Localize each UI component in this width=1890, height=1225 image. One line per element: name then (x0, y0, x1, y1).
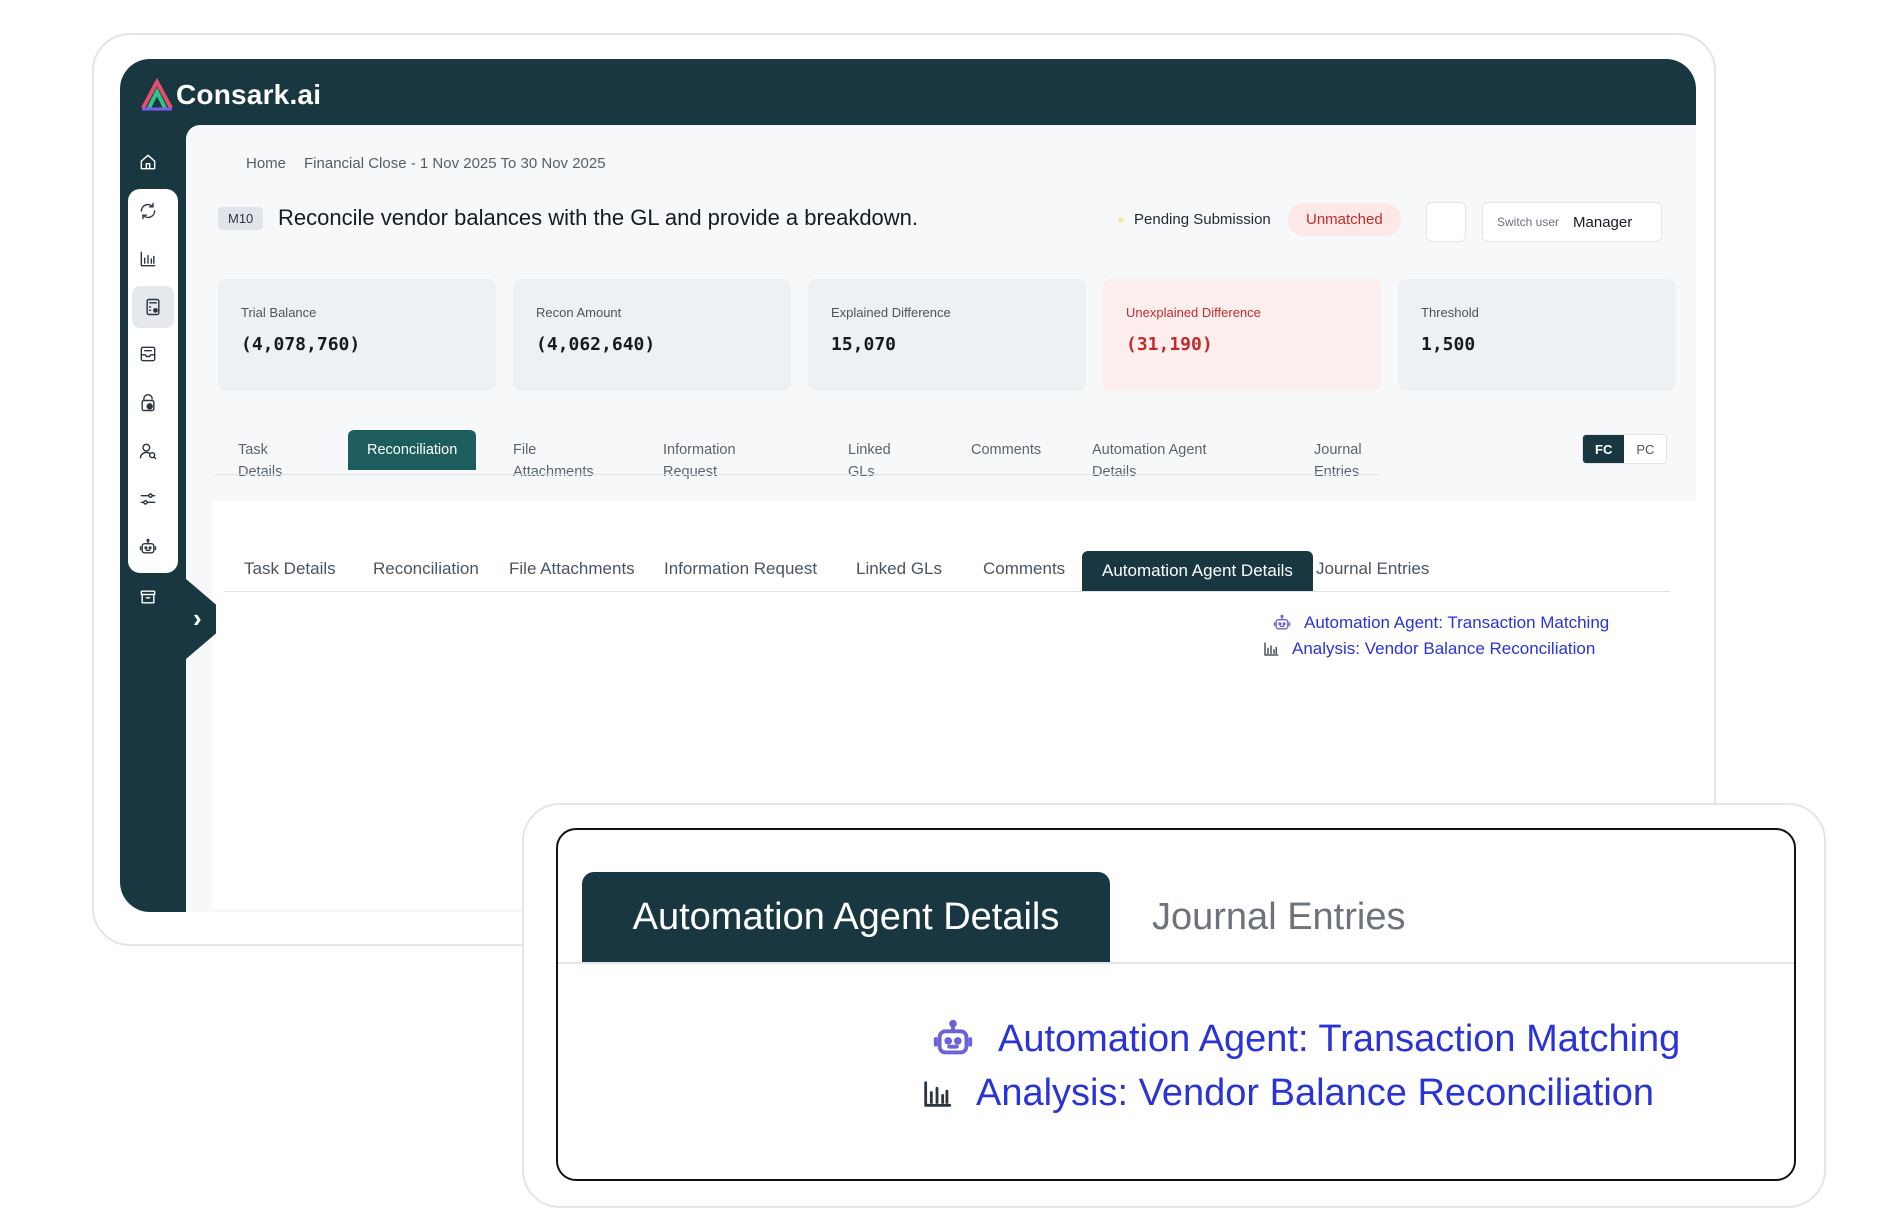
breadcrumb-financial-close[interactable]: Financial Close - 1 Nov 2025 To 30 Nov 2… (304, 155, 606, 172)
app-window: Consark.ai Home Financial Close - 1 Nov … (120, 59, 1696, 912)
agent-link-text: Automation Agent: Transaction Matching (1304, 613, 1610, 632)
kpi-value: (31,190) (1126, 334, 1213, 355)
tab-label: Linked (848, 442, 891, 458)
tab-label: Entries (1314, 464, 1360, 480)
tab-journal-entries[interactable]: Journal Entries (1314, 439, 1362, 483)
sidebar-pill (128, 189, 178, 573)
kpi-threshold: Threshold 1,500 (1398, 279, 1676, 391)
kpi-label: Recon Amount (536, 305, 622, 320)
tab-label: Reconciliation (367, 442, 458, 458)
main-content: Home Financial Close - 1 Nov 2025 To 30 … (186, 125, 1696, 912)
zoom-analysis-link-vendor-balance[interactable]: Analysis: Vendor Balance Reconciliation (920, 1072, 1654, 1115)
tab-label: Task (238, 442, 268, 458)
zoom-callout: Automation Agent Details Journal Entries… (556, 828, 1796, 1181)
home-icon[interactable] (137, 151, 159, 173)
fc-toggle-button[interactable]: FC (1583, 435, 1625, 463)
switch-user-select[interactable]: Switch user Manager (1482, 202, 1662, 242)
tab-task-details[interactable]: Task Details (238, 439, 282, 483)
kpi-value: (4,078,760) (241, 334, 361, 355)
blank-action-button[interactable] (1426, 202, 1466, 242)
kpi-unexplained-difference: Unexplained Difference (31,190) (1103, 279, 1381, 391)
tab-comments[interactable]: Comments (971, 439, 1041, 461)
robot-icon (933, 1019, 973, 1055)
tab-label: Details (238, 464, 283, 480)
chevron-right-icon: › (193, 603, 202, 633)
kpi-value: 15,070 (831, 334, 897, 355)
robot-icon (1273, 614, 1291, 630)
kpi-label: Trial Balance (241, 305, 317, 320)
subtab-automation-agent-details[interactable]: Automation Agent Details (1082, 551, 1313, 592)
zoom-tab-journal-entries[interactable]: Journal Entries (1152, 896, 1405, 939)
tab-automation-agent-details[interactable]: Automation Agent Details (1092, 439, 1206, 483)
sync-icon[interactable] (137, 200, 159, 222)
subtab-information-request[interactable]: Information Request (664, 559, 817, 579)
subtab-file-attachments[interactable]: File Attachments (509, 559, 635, 579)
status-indicator: Pending Submission (1118, 211, 1271, 228)
unmatched-badge: Unmatched (1288, 203, 1401, 236)
breadcrumb: Home Financial Close - 1 Nov 2025 To 30 … (246, 155, 606, 172)
zoom-tab-automation-agent-details[interactable]: Automation Agent Details (582, 872, 1110, 962)
status-dot-icon (1118, 216, 1124, 223)
inbox-icon[interactable] (137, 343, 159, 365)
logo[interactable]: Consark.ai (140, 77, 321, 113)
zoom-tab-divider (558, 962, 1794, 964)
tab-divider (214, 474, 1379, 475)
breadcrumb-home[interactable]: Home (246, 155, 286, 172)
subtab-divider (224, 591, 1670, 592)
bar-chart-icon (1264, 642, 1279, 656)
subtab-journal-entries[interactable]: Journal Entries (1316, 559, 1429, 579)
kpi-label: Explained Difference (831, 305, 951, 320)
tab-label: Information (663, 442, 736, 458)
agent-link-transaction-matching[interactable]: Automation Agent: Transaction Matching (1272, 613, 1609, 633)
kpi-value: 1,500 (1421, 334, 1476, 355)
switch-user-value: Manager (1573, 213, 1633, 231)
subtab-linked-gls[interactable]: Linked GLs (856, 559, 942, 579)
subtab-task-details[interactable]: Task Details (244, 559, 336, 579)
tab-reconciliation[interactable]: Reconciliation (348, 430, 477, 470)
subtab-comments[interactable]: Comments (983, 559, 1065, 579)
logo-mark-icon (141, 78, 173, 111)
lock-icon[interactable] (137, 392, 159, 414)
subtab-reconciliation[interactable]: Reconciliation (373, 559, 479, 579)
tab-label: File (513, 442, 537, 458)
kpi-value: (4,062,640) (536, 334, 656, 355)
tab-label: Comments (971, 442, 1042, 458)
archive-icon[interactable] (137, 586, 159, 608)
tab-label: Automation Agent (1092, 442, 1207, 458)
status-text: Pending Submission (1134, 211, 1271, 228)
pc-toggle-button[interactable]: PC (1624, 435, 1666, 463)
switch-user-label: Switch user (1497, 215, 1560, 229)
bar-chart-icon (924, 1080, 952, 1107)
page-title: Reconcile vendor balances with the GL an… (278, 205, 919, 230)
kpi-label: Unexplained Difference (1126, 305, 1261, 320)
kpi-explained-difference: Explained Difference 15,070 (808, 279, 1086, 391)
sliders-icon[interactable] (137, 488, 159, 510)
tab-label: Request (663, 464, 718, 480)
kpi-trial-balance: Trial Balance (4,078,760) (218, 279, 496, 391)
task-code-badge: M10 (218, 207, 264, 230)
tab-label: Attachments (513, 464, 594, 480)
analysis-link-vendor-balance[interactable]: Analysis: Vendor Balance Reconciliation (1262, 639, 1595, 659)
zoom-agent-link-text: Automation Agent: Transaction Matching (998, 1017, 1681, 1060)
tab-label: Details (1092, 464, 1137, 480)
tab-label: Journal (1314, 442, 1362, 458)
user-search-icon[interactable] (137, 440, 159, 462)
tab-information-request[interactable]: Information Request (663, 439, 736, 483)
tab-file-attachments[interactable]: File Attachments (513, 439, 594, 483)
kpi-label: Threshold (1421, 305, 1479, 320)
logo-text: Consark.ai (176, 79, 322, 110)
analysis-link-text: Analysis: Vendor Balance Reconciliation (1292, 639, 1596, 658)
tab-linked-gls[interactable]: Linked GLs (848, 439, 891, 483)
zoom-agent-link-transaction-matching[interactable]: Automation Agent: Transaction Matching (930, 1016, 1680, 1062)
zoom-analysis-link-text: Analysis: Vendor Balance Reconciliation (976, 1072, 1655, 1114)
tab-label: GLs (848, 464, 875, 480)
bar-chart-icon[interactable] (137, 248, 159, 270)
calculator-icon[interactable] (132, 286, 174, 328)
fc-pc-toggle: FC PC (1582, 434, 1668, 464)
robot-icon[interactable] (137, 536, 159, 558)
kpi-recon-amount: Recon Amount (4,062,640) (513, 279, 791, 391)
